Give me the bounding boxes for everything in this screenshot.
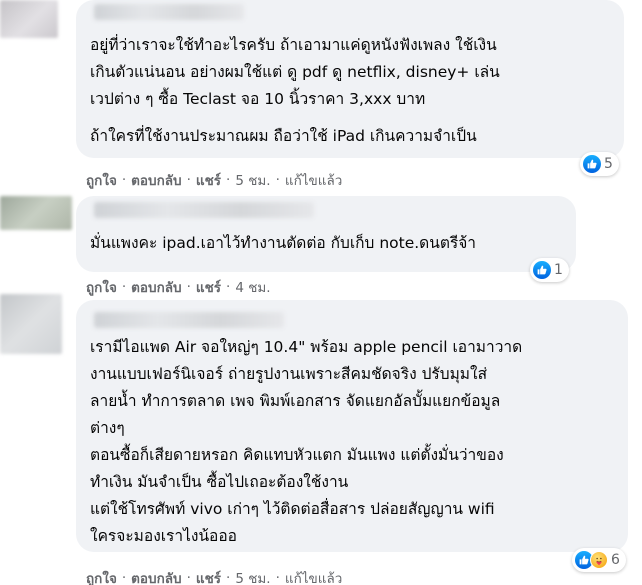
comment-line: เกินตัวแน่นอน อย่างผมใช้แต่ ดู pdf ดู ne…: [90, 63, 500, 81]
comment-bubble: เรามีไอแพด Air จอใหญ่ๆ 10.4" พร้อม apple…: [76, 300, 628, 552]
comment-line: งานแบบเฟอร์นิเจอร์ ถ่ายรูปงานเพราะสีคมชั…: [90, 365, 488, 383]
comment-line: ทำเงิน มันจำเป็น ซื้อไปเถอะต้องใช้งาน: [90, 473, 349, 491]
reply-button[interactable]: ตอบกลับ: [131, 276, 181, 298]
comment-bubble: อยู่ที่ว่าเราจะใช้ทำอะไรครับ ถ้าเอามาแค่…: [76, 0, 624, 158]
edited-label[interactable]: แก้ไขแล้ว: [285, 567, 342, 585]
avatar[interactable]: [0, 196, 72, 230]
share-button[interactable]: แชร์: [196, 567, 221, 585]
timestamp[interactable]: 5 ชม.: [235, 567, 270, 585]
like-button[interactable]: ถูกใจ: [86, 567, 117, 585]
comment-text: มั่นแพงคะ ipad.เอาไว้ทำงานตัดต่อ กับเก็บ…: [90, 230, 564, 257]
timestamp[interactable]: 5 ชม.: [235, 169, 270, 191]
comment-line: ตอนซื้อก็เสียดายหรอก คิดแทบหัวแตก มันแพง…: [90, 446, 504, 464]
comment-text: เรามีไอแพด Air จอใหญ่ๆ 10.4" พร้อม apple…: [90, 334, 616, 550]
comment-actions: ถูกใจ · ตอบกลับ · แชร์ · 4 ชม.: [86, 276, 271, 298]
comment-text: อยู่ที่ว่าเราจะใช้ทำอะไรครับ ถ้าเอามาแค่…: [90, 32, 612, 150]
commenter-name[interactable]: [94, 4, 244, 20]
comment-actions: ถูกใจ · ตอบกลับ · แชร์ · 5 ชม. · แก้ไขแล…: [86, 567, 342, 585]
share-button[interactable]: แชร์: [196, 169, 221, 191]
like-button[interactable]: ถูกใจ: [86, 276, 117, 298]
share-button[interactable]: แชร์: [196, 276, 221, 298]
edited-label[interactable]: แก้ไขแล้ว: [285, 169, 342, 191]
comment-line: ต่างๆ: [90, 419, 125, 437]
comment-line: แต่ใช้โทรศัพท์ vivo เก่าๆ ไว้ติดต่อสื่อส…: [90, 500, 495, 518]
comment-actions: ถูกใจ · ตอบกลับ · แชร์ · 5 ชม. · แก้ไขแล…: [86, 169, 342, 191]
comment-line: มั่นแพงคะ ipad.เอาไว้ทำงานตัดต่อ กับเก็บ…: [90, 234, 477, 252]
comment-line: ลายน้ำ ทำการตลาด เพจ พิมพ์เอกสาร จัดแยกอ…: [90, 392, 501, 410]
comment-line: อยู่ที่ว่าเราจะใช้ทำอะไรครับ ถ้าเอามาแค่…: [90, 36, 497, 54]
reaction-summary[interactable]: 6: [572, 548, 626, 572]
reaction-summary[interactable]: 5: [580, 152, 619, 176]
avatar[interactable]: [0, 0, 58, 38]
commenter-name[interactable]: [94, 312, 284, 328]
like-button[interactable]: ถูกใจ: [86, 169, 117, 191]
comment-bubble: มั่นแพงคะ ipad.เอาไว้ทำงานตัดต่อ กับเก็บ…: [76, 196, 576, 272]
care-icon: [590, 551, 608, 569]
like-icon: [583, 155, 601, 173]
comment-line: ใครจะมองเราไงน้อออ: [90, 527, 237, 545]
reaction-count: 5: [604, 156, 613, 172]
commenter-name[interactable]: [94, 202, 314, 218]
comment-line: เวปต่าง ๆ ซื้อ Teclast จอ 10 นิ้วราคา 3,…: [90, 90, 426, 108]
like-icon: [533, 261, 551, 279]
reaction-count: 1: [554, 262, 563, 278]
avatar[interactable]: [0, 294, 62, 354]
comment-line: ถ้าใครที่ใช้งานประมาณผม ถือว่าใช้ iPad เ…: [90, 127, 477, 145]
timestamp[interactable]: 4 ชม.: [235, 276, 270, 298]
reply-button[interactable]: ตอบกลับ: [131, 169, 181, 191]
comment-line: เรามีไอแพด Air จอใหญ่ๆ 10.4" พร้อม apple…: [90, 338, 523, 356]
reply-button[interactable]: ตอบกลับ: [131, 567, 181, 585]
reaction-summary[interactable]: 1: [530, 258, 569, 282]
reaction-count: 6: [611, 552, 620, 568]
